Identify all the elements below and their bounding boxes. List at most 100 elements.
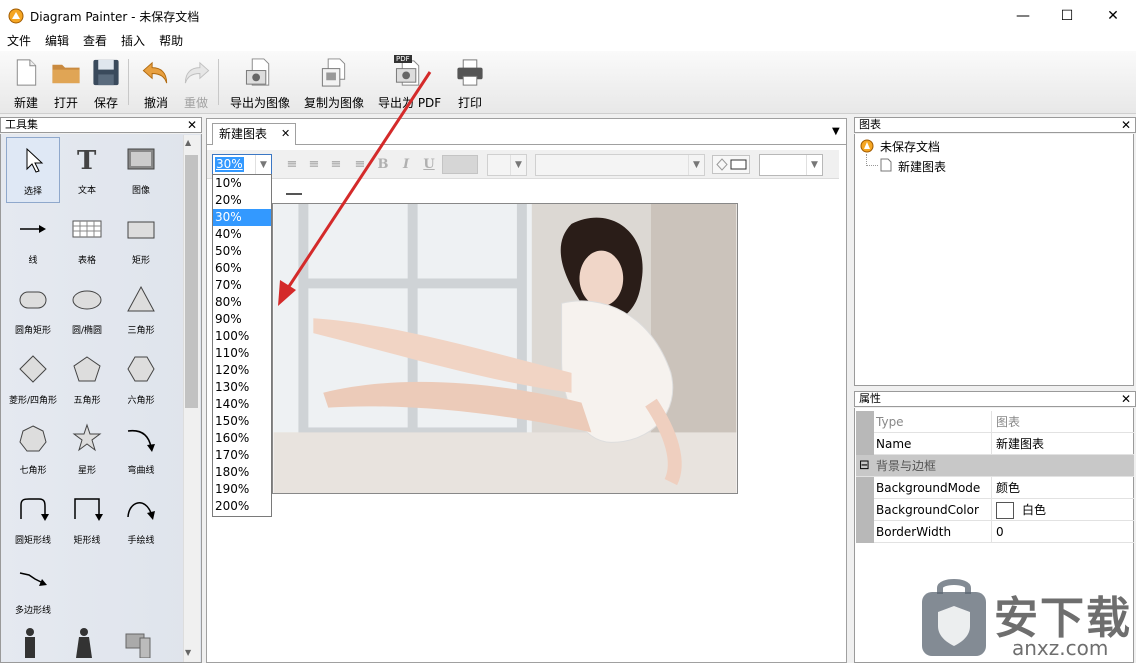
tool-curve-line[interactable]: 弯曲线	[114, 417, 168, 483]
menu-help[interactable]: 帮助	[152, 31, 190, 51]
property-category[interactable]: ⊟ 背景与边框	[856, 455, 1134, 477]
property-row[interactable]: Name 新建图表	[856, 433, 1134, 455]
tool-select[interactable]: 选择	[6, 137, 60, 203]
scroll-down-icon[interactable]: ▼	[185, 648, 191, 657]
chart-panel-close-icon[interactable]: ✕	[1121, 118, 1131, 132]
shield-lock-icon	[922, 579, 986, 656]
tool-diamond[interactable]: 菱形/四角形	[6, 347, 60, 413]
collapse-icon[interactable]: ⊟	[859, 458, 870, 474]
computer-icon[interactable]	[122, 626, 154, 658]
tool-hexagon[interactable]: 六角形	[114, 347, 168, 413]
zoom-option[interactable]: 140%	[213, 396, 271, 413]
redo-button[interactable]: 重做	[180, 55, 212, 111]
tool-label: 选择	[23, 187, 42, 197]
line-style-select[interactable]: ▼	[759, 154, 823, 176]
tool-triangle[interactable]: 三角形	[114, 277, 168, 343]
floppy-disk-icon	[93, 59, 119, 86]
tool-star[interactable]: 星形	[60, 417, 114, 483]
tool-text[interactable]: T 文本	[60, 137, 114, 203]
tool-rectangle[interactable]: 矩形	[114, 207, 168, 273]
menu-insert[interactable]: 插入	[114, 31, 152, 51]
zoom-option[interactable]: 70%	[213, 277, 271, 294]
menu-file[interactable]: 文件	[0, 31, 38, 51]
font-size-select[interactable]: ▼	[487, 154, 527, 176]
person-icon[interactable]	[14, 626, 46, 658]
zoom-option[interactable]: 150%	[213, 413, 271, 430]
zoom-option[interactable]: 100%	[213, 328, 271, 345]
tool-rect-connector[interactable]: 矩形线	[60, 487, 114, 553]
open-button[interactable]: 打开	[50, 55, 82, 111]
menu-edit[interactable]: 编辑	[38, 31, 76, 51]
tool-rounded-connector[interactable]: 圆矩形线	[6, 487, 60, 553]
tool-heptagon[interactable]: 七角形	[6, 417, 60, 483]
title-bar: Diagram Painter - 未保存文档 — ☐ ✕	[0, 0, 1136, 31]
toolbox-scroll-thumb[interactable]	[185, 155, 198, 408]
tree-child-item[interactable]: 新建图表	[898, 158, 946, 175]
tool-image[interactable]: 图像	[114, 137, 168, 203]
color-name: 白色	[1022, 503, 1047, 517]
window-title: Diagram Painter - 未保存文档	[30, 10, 200, 24]
zoom-option[interactable]: 50%	[213, 243, 271, 260]
tool-label: 手绘线	[127, 536, 155, 546]
close-button[interactable]: ✕	[1090, 0, 1136, 31]
heptagon-icon	[19, 425, 47, 452]
properties-header: 属性 ✕	[854, 391, 1136, 407]
zoom-select[interactable]: 30% ▼	[212, 154, 272, 176]
color-swatch[interactable]	[996, 502, 1014, 519]
new-button[interactable]: 新建	[10, 55, 42, 111]
tool-rounded-rectangle[interactable]: 圆角矩形	[6, 277, 60, 343]
font-color-swatch[interactable]	[442, 155, 478, 174]
property-row[interactable]: BackgroundMode 颜色	[856, 477, 1134, 499]
property-row[interactable]: BackgroundColor 白色	[856, 499, 1134, 521]
property-row[interactable]: Type 图表	[856, 411, 1134, 433]
zoom-option[interactable]: 20%	[213, 192, 271, 209]
zoom-dropdown-list: 10% 20% 30% 40% 50% 60% 70% 80% 90% 100% 110% 120% 1…	[212, 174, 272, 517]
undo-button[interactable]: 撤消	[140, 55, 172, 111]
scroll-up-icon[interactable]: ▲	[185, 138, 191, 147]
tool-label: 多边形线	[14, 606, 51, 616]
zoom-option[interactable]: 130%	[213, 379, 271, 396]
menu-view[interactable]: 查看	[76, 31, 114, 51]
document-tree-icon	[860, 139, 874, 153]
print-button[interactable]: 打印	[454, 55, 486, 111]
fill-stroke-icon	[716, 158, 747, 171]
zoom-option[interactable]: 160%	[213, 430, 271, 447]
table-icon	[72, 220, 102, 238]
zoom-option[interactable]: 200%	[213, 498, 271, 515]
shape-style-button[interactable]	[712, 155, 750, 174]
save-button[interactable]: 保存	[90, 55, 122, 111]
zoom-option[interactable]: 110%	[213, 345, 271, 362]
tool-ellipse[interactable]: 圆/椭圆	[60, 277, 114, 343]
property-row[interactable]: BorderWidth 0	[856, 521, 1134, 543]
tab-list-icon[interactable]: ▼	[832, 126, 840, 137]
tool-line[interactable]: 线	[6, 207, 60, 273]
tool-freehand-line[interactable]: 手绘线	[114, 487, 168, 553]
tree-connector	[866, 154, 878, 166]
toolbox-close-icon[interactable]: ✕	[187, 118, 197, 132]
rounded-rectangle-icon	[19, 291, 47, 309]
zoom-option[interactable]: 10%	[213, 175, 271, 192]
zoom-option[interactable]: 60%	[213, 260, 271, 277]
tree-root-item[interactable]: 未保存文档	[880, 138, 940, 155]
zoom-option[interactable]: 170%	[213, 447, 271, 464]
minimize-button[interactable]: —	[1000, 0, 1046, 31]
properties-close-icon[interactable]: ✕	[1121, 392, 1131, 406]
tool-pentagon[interactable]: 五角形	[60, 347, 114, 413]
zoom-option[interactable]: 180%	[213, 464, 271, 481]
zoom-option[interactable]: 190%	[213, 481, 271, 498]
tool-polyline[interactable]: 多边形线	[6, 557, 60, 623]
open-label: 打开	[53, 96, 78, 110]
font-family-select[interactable]: ▼	[535, 154, 705, 176]
zoom-option[interactable]: 80%	[213, 294, 271, 311]
property-value: 颜色	[991, 477, 1133, 499]
zoom-option[interactable]: 40%	[213, 226, 271, 243]
zoom-option[interactable]: 120%	[213, 362, 271, 379]
tool-label: 圆矩形线	[14, 536, 51, 546]
zoom-option[interactable]: 90%	[213, 311, 271, 328]
tool-table[interactable]: 表格	[60, 207, 114, 273]
svg-text:T: T	[77, 146, 97, 175]
chart-tree	[854, 134, 1134, 386]
zoom-option[interactable]: 30%	[213, 209, 271, 226]
maximize-button[interactable]: ☐	[1044, 0, 1090, 31]
woman-icon[interactable]	[68, 626, 100, 658]
